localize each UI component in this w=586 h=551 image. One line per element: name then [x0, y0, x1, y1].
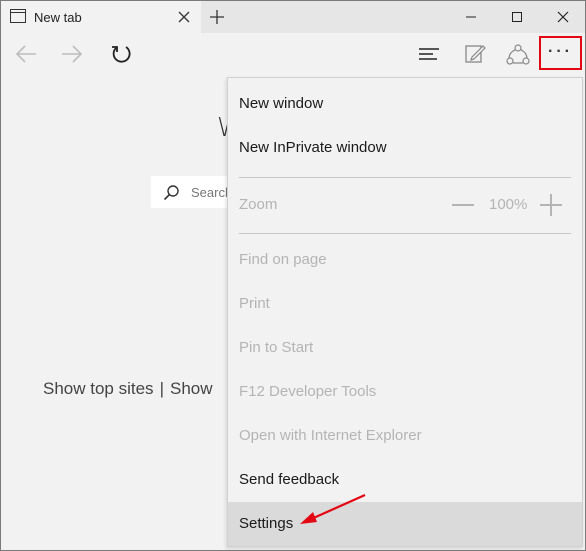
zoom-in-icon[interactable]	[540, 194, 562, 216]
search-icon	[163, 184, 181, 207]
hub-icon[interactable]	[415, 41, 443, 67]
menu-item-label: Send feedback	[239, 471, 340, 488]
link-separator: |	[159, 379, 164, 398]
menu-item-label: Settings	[239, 515, 294, 532]
forward-arrow-icon[interactable]	[58, 41, 86, 67]
tab-title: New tab	[34, 10, 82, 25]
menu-item-label: Open with Internet Explorer	[239, 427, 422, 444]
browser-tab-icon	[10, 9, 26, 23]
close-icon[interactable]	[540, 1, 585, 33]
menu-item-new-window[interactable]: New window	[228, 82, 582, 126]
tab-close-icon[interactable]	[178, 10, 190, 23]
back-arrow-icon[interactable]	[12, 41, 40, 67]
menu-item-label: Find on page	[239, 251, 327, 268]
maximize-icon[interactable]	[494, 1, 540, 33]
menu-item-find-on-page[interactable]: Find on page	[228, 238, 582, 282]
more-actions-button[interactable]: ···	[539, 36, 582, 70]
menu-item-send-feedback[interactable]: Send feedback	[228, 458, 582, 502]
refresh-icon[interactable]	[107, 41, 135, 67]
menu-item-label: F12 Developer Tools	[239, 383, 377, 400]
annotation-arrow-icon	[300, 493, 366, 524]
menu-item-label: New window	[239, 95, 324, 112]
menu-item-settings[interactable]: Settings	[228, 502, 582, 546]
share-icon[interactable]	[504, 41, 532, 67]
show-link[interactable]: Show	[170, 379, 213, 398]
menu-divider	[239, 233, 571, 234]
minimize-icon[interactable]	[448, 1, 494, 33]
show-top-sites-link[interactable]: Show top sites	[43, 379, 154, 398]
tab-new-tab[interactable]: New tab	[1, 1, 201, 33]
menu-item-label: Print	[239, 295, 270, 312]
menu-item-label: Zoom	[239, 196, 278, 213]
menu-item-open-with-ie[interactable]: Open with Internet Explorer	[228, 414, 582, 458]
page-links: Show top sites | Show	[43, 379, 213, 399]
menu-divider	[239, 177, 571, 178]
menu-item-print[interactable]: Print	[228, 282, 582, 326]
menu-item-pin-to-start[interactable]: Pin to Start	[228, 326, 582, 370]
new-tab-plus-icon[interactable]	[209, 9, 225, 25]
menu-item-new-inprivate-window[interactable]: New InPrivate window	[228, 126, 582, 170]
zoom-out-icon[interactable]	[452, 204, 474, 206]
more-actions-icon: ···	[548, 43, 573, 60]
browser-window: New tab ··· Search Show top sites | Show…	[0, 0, 586, 551]
title-bar: New tab	[1, 1, 585, 33]
menu-item-developer-tools[interactable]: F12 Developer Tools	[228, 370, 582, 414]
menu-item-zoom: Zoom 100%	[228, 183, 582, 227]
navigation-toolbar	[1, 33, 585, 75]
menu-item-label: Pin to Start	[239, 339, 314, 356]
menu-item-label: New InPrivate window	[239, 139, 387, 156]
zoom-value: 100%	[489, 196, 528, 213]
web-note-icon[interactable]	[461, 41, 489, 67]
more-actions-menu: New window New InPrivate window Zoom 100…	[227, 77, 583, 547]
